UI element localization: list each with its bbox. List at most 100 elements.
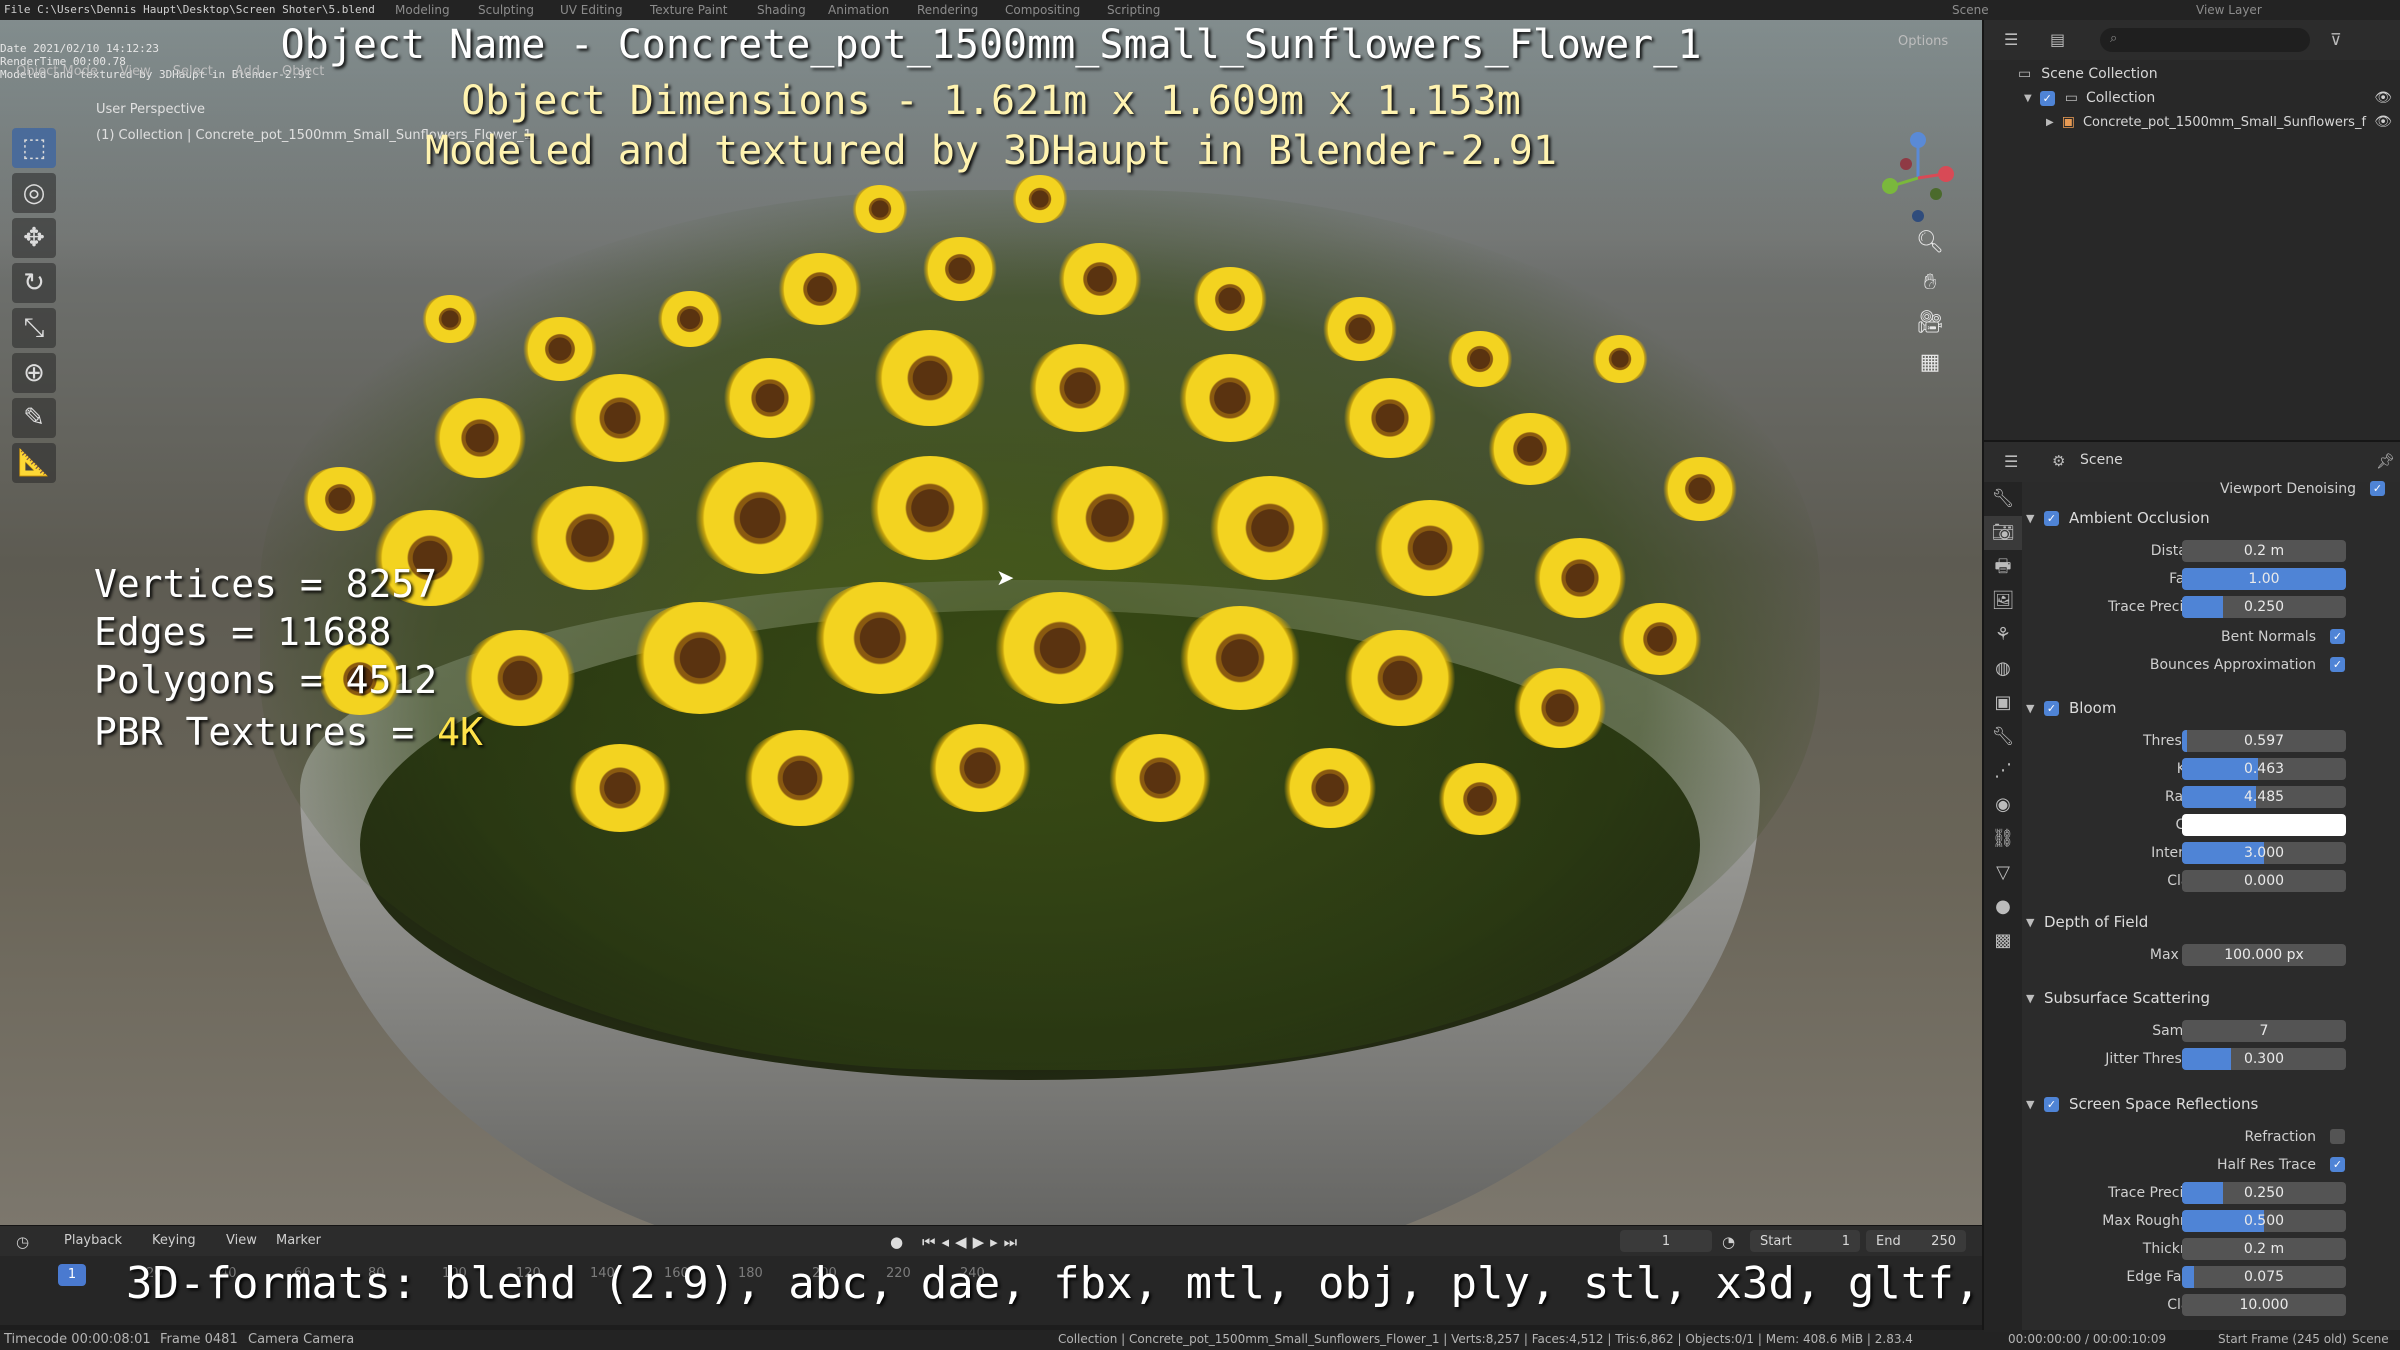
bent-normals-checkbox[interactable]: ✓ xyxy=(2330,629,2345,644)
bloom-color-field[interactable] xyxy=(2182,814,2346,836)
sss-samples-field[interactable]: 7 xyxy=(2182,1020,2346,1042)
menu-playback[interactable]: Playback xyxy=(64,1233,122,1248)
material-tab-icon[interactable]: ● xyxy=(1984,890,2022,924)
view-layer-selector[interactable]: View Layer xyxy=(2196,3,2262,17)
render-tab-icon[interactable]: 📷︎ xyxy=(1984,516,2022,550)
panel-enable-checkbox[interactable]: ✓ xyxy=(2044,1096,2059,1112)
world-tab-icon[interactable]: ◍ xyxy=(1984,652,2022,686)
3d-viewport[interactable]: Date 2021/02/10 14:12:23 RenderTime 00:0… xyxy=(0,20,1982,1225)
editor-type-icon[interactable]: ☰ xyxy=(2004,30,2018,49)
panel-enable-checkbox[interactable]: ✓ xyxy=(2044,700,2059,716)
rotate-tool[interactable]: ↻ xyxy=(12,263,56,303)
start-frame-field[interactable]: Start 1 xyxy=(1750,1230,1860,1252)
ssr-refraction-checkbox[interactable] xyxy=(2330,1129,2345,1144)
workspace-tab-uv-editing[interactable]: UV Editing xyxy=(560,3,623,17)
navigation-gizmo[interactable] xyxy=(1878,126,1962,222)
exclude-checkbox[interactable]: ✓ xyxy=(2039,90,2055,106)
display-mode-icon[interactable]: ▤ xyxy=(2050,30,2065,49)
workspace-tab-sculpting[interactable]: Sculpting xyxy=(478,3,534,17)
collapse-chevron-icon[interactable]: ▼ xyxy=(2026,992,2044,1005)
end-frame-field[interactable]: End 250 xyxy=(1866,1230,1966,1252)
outliner-row-scene-collection[interactable]: ▭ Scene Collection xyxy=(1984,62,2400,86)
zoom-icon[interactable]: 🔍︎ xyxy=(1913,226,1947,260)
pan-hand-icon[interactable]: ✋︎ xyxy=(1913,266,1947,300)
outliner-panel[interactable]: ☰ ▤ ⌕ ⊽ ▭ Scene Collection ▼ ✓ ▭ Collect… xyxy=(1982,20,2400,440)
workspace-tab-modeling[interactable]: Modeling xyxy=(395,3,450,17)
workspace-tab-texture-paint[interactable]: Texture Paint xyxy=(650,3,727,17)
object-tab-icon[interactable]: ▣ xyxy=(1984,686,2022,720)
tool-tab-icon[interactable]: 🔧︎ xyxy=(1984,482,2022,516)
workspace-tab-compositing[interactable]: Compositing xyxy=(1005,3,1080,17)
ssr-thickness-field[interactable]: 0.2 m xyxy=(2182,1238,2346,1260)
scale-tool[interactable]: ⤡ xyxy=(12,308,56,348)
panel-depth-of-field[interactable]: ▼ Depth of Field xyxy=(2026,908,2400,936)
search-input[interactable]: ⌕ xyxy=(2100,28,2310,52)
expand-chevron-icon[interactable]: ▼ xyxy=(2024,93,2032,104)
pin-icon[interactable]: 📌︎ xyxy=(2376,452,2395,470)
camera-view-icon[interactable]: 🎥︎ xyxy=(1913,306,1947,340)
ssr-half-res-checkbox[interactable]: ✓ xyxy=(2330,1157,2345,1172)
physics-tab-icon[interactable]: ◉ xyxy=(1984,788,2022,822)
menu-keying[interactable]: Keying xyxy=(152,1233,196,1248)
texture-tab-icon[interactable]: ▩ xyxy=(1984,924,2022,958)
record-icon[interactable]: ● xyxy=(890,1233,903,1251)
editor-type-icon[interactable]: ☰ xyxy=(2004,452,2018,471)
bloom-radius-field[interactable]: 4.485 xyxy=(2182,786,2346,808)
playhead[interactable]: 1 xyxy=(58,1264,86,1286)
bounces-approximation-checkbox[interactable]: ✓ xyxy=(2330,657,2345,672)
view-layer-tab-icon[interactable]: 🖼︎ xyxy=(1984,584,2022,618)
workspace-tab-scripting[interactable]: Scripting xyxy=(1107,3,1160,17)
ao-factor-field[interactable]: 1.00 xyxy=(2182,568,2346,590)
bloom-knee-field[interactable]: 0.463 xyxy=(2182,758,2346,780)
collapse-chevron-icon[interactable]: ▼ xyxy=(2026,916,2044,929)
panel-bloom[interactable]: ▼ ✓ Bloom xyxy=(2026,694,2400,722)
workspace-tab-rendering[interactable]: Rendering xyxy=(917,3,978,17)
ssr-max-roughness-field[interactable]: 0.500 xyxy=(2182,1210,2346,1232)
visibility-eye-icon[interactable]: 👁︎ xyxy=(2374,114,2392,130)
ssr-edge-fading-field[interactable]: 0.075 xyxy=(2182,1266,2346,1288)
editor-type-icon[interactable]: ◷ xyxy=(16,1233,29,1251)
transform-tool[interactable]: ⊕ xyxy=(12,353,56,393)
menu-view[interactable]: View xyxy=(226,1233,257,1248)
cursor-tool[interactable]: ◎ xyxy=(12,173,56,213)
properties-panel[interactable]: ☰ ⚙ Scene 📌︎ 🔧︎ 📷︎ 🖶︎ 🖼︎ ⚘ ◍ ▣ 🔧︎ ⋰ ◉ ⛓︎… xyxy=(1982,440,2400,1332)
collapse-chevron-icon[interactable]: ▼ xyxy=(2026,702,2044,715)
ortho-grid-icon[interactable]: ▦ xyxy=(1913,346,1947,380)
output-tab-icon[interactable]: 🖶︎ xyxy=(1984,550,2022,584)
viewport-denoising-checkbox[interactable]: ✓ xyxy=(2370,481,2385,496)
outliner-row-collection[interactable]: ▼ ✓ ▭ Collection 👁︎ xyxy=(1984,86,2400,110)
collapse-chevron-icon[interactable]: ▼ xyxy=(2026,512,2044,525)
panel-subsurface-scattering[interactable]: ▼ Subsurface Scattering xyxy=(2026,984,2400,1012)
scene-selector[interactable]: Scene xyxy=(1952,3,1989,17)
panel-ambient-occlusion[interactable]: ▼ ✓ Ambient Occlusion xyxy=(2026,504,2400,532)
modifier-tab-icon[interactable]: 🔧︎ xyxy=(1984,720,2022,754)
collapse-chevron-icon[interactable]: ▼ xyxy=(2026,1098,2044,1111)
select-box-tool[interactable]: ⬚ xyxy=(12,128,56,168)
constraints-tab-icon[interactable]: ⛓︎ xyxy=(1984,822,2022,856)
ao-distance-field[interactable]: 0.2 m xyxy=(2182,540,2346,562)
ao-trace-precision-field[interactable]: 0.250 xyxy=(2182,596,2346,618)
workspace-tab-shading[interactable]: Shading xyxy=(757,3,806,17)
move-tool[interactable]: ✥ xyxy=(12,218,56,258)
expand-chevron-icon[interactable]: ▶ xyxy=(2046,117,2054,128)
sss-jitter-field[interactable]: 0.300 xyxy=(2182,1048,2346,1070)
panel-screen-space-reflections[interactable]: ▼ ✓ Screen Space Reflections xyxy=(2026,1090,2400,1118)
data-tab-icon[interactable]: ▽ xyxy=(1984,856,2022,890)
dof-max-size-field[interactable]: 100.000 px xyxy=(2182,944,2346,966)
menu-marker[interactable]: Marker xyxy=(276,1233,321,1248)
filter-icon[interactable]: ⊽ xyxy=(2330,30,2342,49)
bloom-threshold-field[interactable]: 0.597 xyxy=(2182,730,2346,752)
ssr-clamp-field[interactable]: 10.000 xyxy=(2182,1294,2346,1316)
ssr-trace-precision-field[interactable]: 0.250 xyxy=(2182,1182,2346,1204)
panel-enable-checkbox[interactable]: ✓ xyxy=(2044,510,2059,526)
playback-controls-icon[interactable]: ⏮◂◀▶▸⏭ xyxy=(922,1233,1023,1251)
outliner-row-object[interactable]: ▶ ▣ Concrete_pot_1500mm_Small_Sunflowers… xyxy=(1984,110,2400,134)
scene-tab-icon[interactable]: ⚘ xyxy=(1984,618,2022,652)
bloom-clamp-field[interactable]: 0.000 xyxy=(2182,870,2346,892)
bloom-intensity-field[interactable]: 3.000 xyxy=(2182,842,2346,864)
visibility-eye-icon[interactable]: 👁︎ xyxy=(2374,90,2392,106)
particles-tab-icon[interactable]: ⋰ xyxy=(1984,754,2022,788)
measure-tool[interactable]: 📐 xyxy=(12,443,56,483)
current-frame-field[interactable]: 1 xyxy=(1620,1230,1712,1252)
annotate-tool[interactable]: ✎ xyxy=(12,398,56,438)
